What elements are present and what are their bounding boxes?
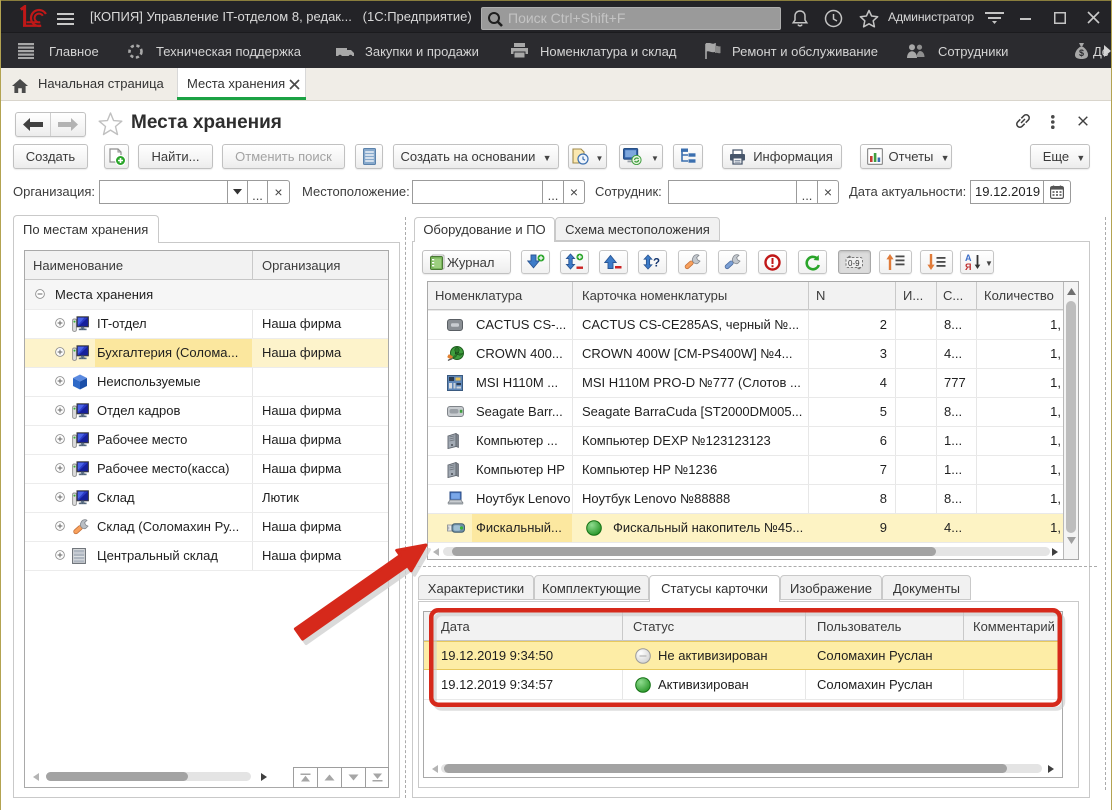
- svg-text:?: ?: [653, 258, 660, 270]
- svg-text:0-9: 0-9: [848, 259, 860, 268]
- svg-text:Я: Я: [965, 262, 971, 271]
- svg-text:$: $: [1079, 48, 1084, 58]
